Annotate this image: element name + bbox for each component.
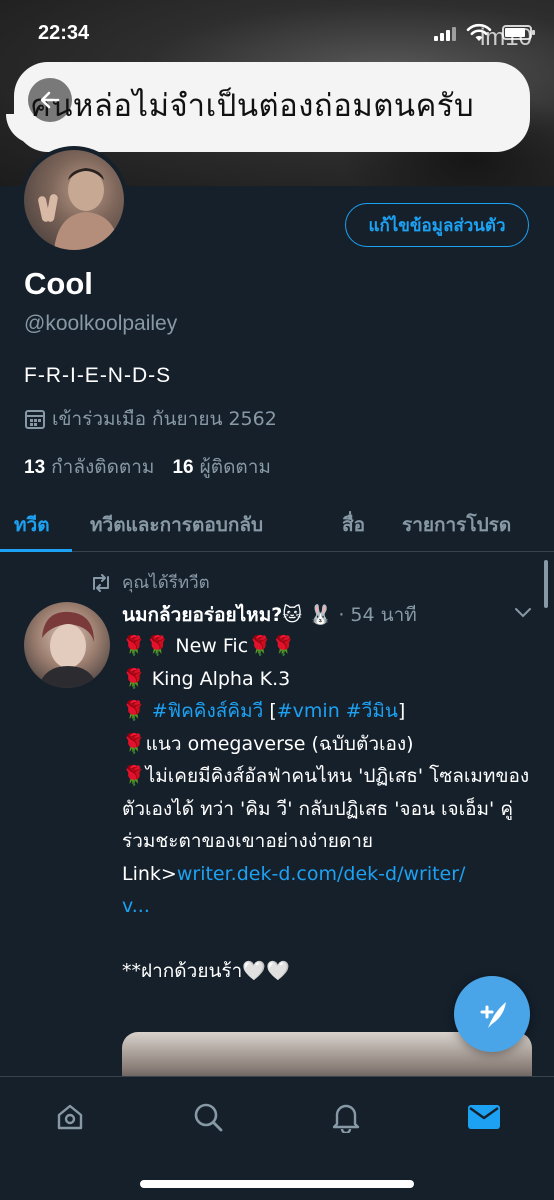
tweet-line-2-text: King Alpha K.3 — [145, 667, 291, 690]
following-label: กำลังติดตาม — [51, 456, 155, 478]
rose-emoji: 🌹 — [122, 765, 146, 787]
home-indicator — [140, 1180, 414, 1188]
tweet-time: · 54 นาที — [338, 604, 417, 626]
arrow-left-icon — [40, 91, 60, 109]
hashtag-link[interactable]: #vmin #วีมิน — [277, 700, 398, 722]
profile-avatar[interactable] — [20, 146, 128, 254]
profile-bio: F-R-I-E-N-D-S — [24, 364, 172, 387]
retweet-context: คุณได้รีทวีต — [90, 569, 210, 596]
tweet-author-avatar[interactable] — [24, 602, 110, 688]
joined-text: เข้าร่วมเมือ กันยายน 2562 — [52, 408, 277, 430]
active-tab-indicator — [0, 549, 72, 552]
bracket-open: [ — [263, 700, 277, 722]
followers-link[interactable]: 16 ผู้ติดตาม — [172, 452, 270, 482]
tweet-url-link-cont[interactable]: v... — [122, 895, 150, 917]
tweet-line-5: 🌹ไม่เคยมีคิงส์อัลฟ่าคนไหน 'ปฏิเสธ' โซลเม… — [122, 760, 542, 858]
feather-plus-icon — [480, 1002, 506, 1028]
status-time: 22:34 — [38, 22, 90, 44]
tweet-line-4: 🌹แนว omegaverse (ฉบับตัวเอง) — [122, 728, 542, 761]
tweet-url-link[interactable]: writer.dek-d.com/dek-d/writer/ — [177, 863, 466, 885]
rose-emoji: 🌹 — [271, 635, 296, 657]
tweet-line-1-text: New Fic — [169, 635, 249, 657]
followers-label: ผู้ติดตาม — [199, 456, 271, 478]
tweet-line-4-text: แนว omegaverse (ฉบับตัวเอง) — [145, 732, 414, 755]
display-name: Cool — [24, 266, 93, 301]
rose-emoji: 🌹 — [122, 700, 146, 722]
rose-emoji: 🌹 — [122, 732, 146, 755]
rose-emoji: 🌹 — [122, 667, 146, 690]
tweet-link-line: Link>writer.dek-d.com/dek-d/writer/ — [122, 858, 542, 891]
compose-tweet-button[interactable] — [454, 976, 530, 1052]
calendar-icon — [25, 410, 45, 429]
nav-notifications[interactable] — [324, 1097, 368, 1137]
tweet-line-5-text: ไม่เคยมีคิงส์อัลฟ่าคนไหน 'ปฏิเสธ' โซลเมท… — [122, 765, 530, 852]
tweet-link-continued: v... — [122, 890, 542, 923]
tweet-line-1: 🌹🌹 New Fic🌹🌹 — [122, 630, 542, 663]
nav-messages[interactable] — [462, 1097, 506, 1137]
search-icon — [194, 1103, 223, 1132]
tab-tweets-and-replies[interactable]: ทวีตและการตอบกลับ — [90, 510, 263, 540]
profile-tabs: ทวีต ทวีตและการตอบกลับ สื่อ รายการโปรด — [0, 496, 554, 552]
hashtag-link[interactable]: #ฟิคคิงส์คิมวี — [152, 700, 264, 722]
following-count: 13 — [24, 457, 46, 478]
tab-media[interactable]: สื่อ — [342, 510, 365, 540]
edit-profile-button[interactable]: แก้ไขข้อมูลส่วนตัว — [345, 203, 529, 247]
tab-tweets[interactable]: ทวีต — [14, 510, 50, 540]
rose-emoji: 🌹 — [248, 635, 272, 657]
followers-count: 16 — [172, 457, 194, 478]
rose-emoji: 🌹 — [122, 635, 146, 657]
tweet-author-name[interactable]: นมกล้วยอร่อยไหม?🐱 🐰 — [122, 600, 332, 630]
user-handle: @koolkoolpailey — [24, 312, 178, 335]
cellular-signal-icon — [434, 27, 458, 41]
follow-stats: 13 กำลังติดตาม 16 ผู้ติดตาม — [24, 452, 271, 482]
tweet-line-2: 🌹 King Alpha K.3 — [122, 663, 542, 696]
mail-icon — [468, 1105, 500, 1129]
home-icon — [57, 1104, 83, 1130]
tweet-header: นมกล้วยอร่อยไหม?🐱 🐰 · 54 นาที — [122, 600, 417, 630]
chevron-down-icon[interactable] — [512, 604, 534, 620]
scrollbar[interactable] — [544, 560, 548, 608]
rose-emoji: 🌹 — [145, 635, 170, 657]
nav-home[interactable] — [48, 1097, 92, 1137]
profile-screen: คนหล่อไม่จำเป็นต่องถ่อมตนครับ im10 22:34… — [0, 0, 554, 1200]
wifi-icon — [466, 23, 492, 41]
joined-date: เข้าร่วมเมือ กันยายน 2562 — [24, 404, 277, 434]
back-button[interactable] — [28, 78, 72, 122]
tab-likes[interactable]: รายการโปรด — [402, 510, 511, 540]
retweet-icon — [93, 573, 109, 592]
bracket-close: ] — [397, 700, 406, 722]
following-link[interactable]: 13 กำลังติดตาม — [24, 452, 154, 482]
banner-caption: คนหล่อไม่จำเป็นต่องถ่อมตนครับ — [30, 88, 475, 124]
nav-search[interactable] — [186, 1097, 230, 1137]
avatar-photo — [38, 168, 120, 250]
tweet-text: 🌹🌹 New Fic🌹🌹 🌹 King Alpha K.3 🌹 #ฟิคคิงส… — [122, 630, 542, 988]
bell-icon — [332, 1104, 360, 1133]
battery-icon — [502, 25, 535, 40]
tweet-line-3: 🌹 #ฟิคคิงส์คิมวี [#vmin #วีมิน] — [122, 695, 542, 728]
author-photo — [38, 611, 98, 688]
link-prefix: Link> — [122, 862, 177, 885]
retweet-label: คุณได้รีทวีต — [122, 573, 210, 593]
